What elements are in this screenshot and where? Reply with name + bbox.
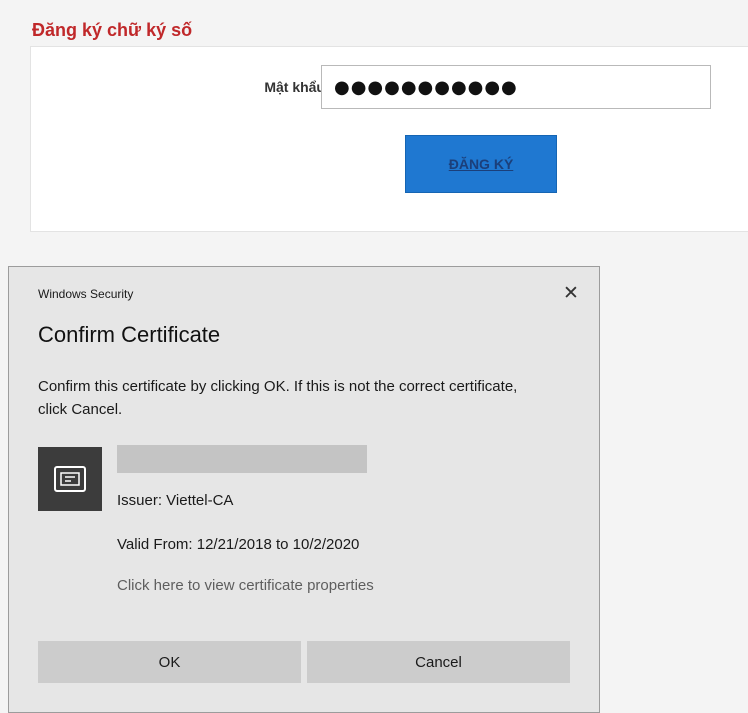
- password-input[interactable]: [321, 65, 711, 109]
- close-icon[interactable]: ✕: [557, 281, 585, 307]
- digital-signature-form: Mật khẩu ĐĂNG KÝ: [30, 46, 748, 232]
- dialog-caption: Windows Security: [38, 287, 134, 301]
- certificate-validity: Valid From: 12/21/2018 to 10/2/2020: [117, 536, 360, 553]
- certificate-card-icon: [54, 466, 86, 492]
- cancel-button[interactable]: Cancel: [307, 641, 570, 683]
- certificate-properties-link[interactable]: Click here to view certificate propertie…: [117, 577, 374, 594]
- password-label: Mật khẩu: [264, 79, 325, 95]
- certificate-icon: [38, 447, 102, 511]
- dialog-message: Confirm this certificate by clicking OK.…: [38, 378, 518, 418]
- certificate-issuer: Issuer: Viettel-CA: [117, 492, 234, 509]
- certificate-name-redacted: [117, 445, 367, 473]
- page-title: Đăng ký chữ ký số: [32, 20, 193, 40]
- windows-security-dialog: Windows Security ✕ Confirm Certificate C…: [8, 266, 600, 713]
- dialog-title: Confirm Certificate: [38, 322, 221, 347]
- register-button[interactable]: ĐĂNG KÝ: [405, 135, 557, 193]
- ok-button[interactable]: OK: [38, 641, 301, 683]
